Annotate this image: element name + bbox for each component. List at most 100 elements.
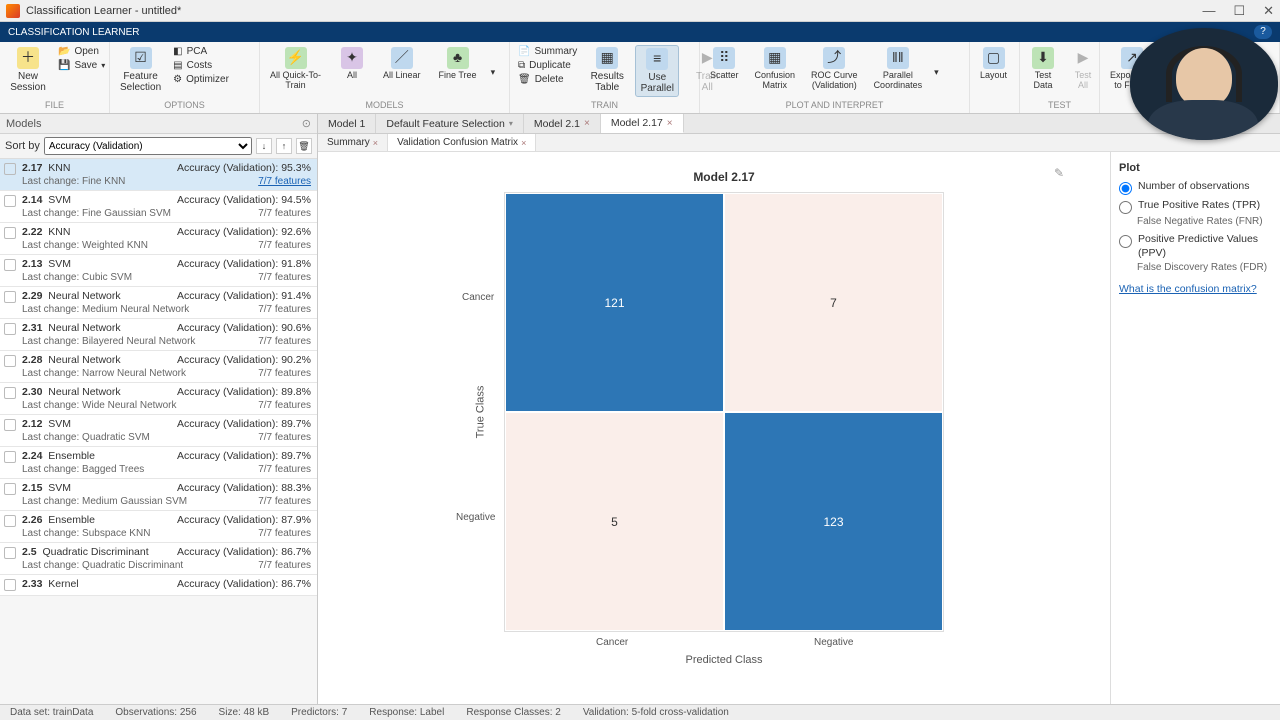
- plus-icon: ＋: [17, 47, 39, 69]
- tab-default-feature-selection[interactable]: Default Feature Selection▾: [376, 114, 524, 133]
- model-all-button[interactable]: ✦All: [335, 45, 369, 83]
- model-checkbox[interactable]: [4, 163, 16, 175]
- model-item[interactable]: 2.14 SVMAccuracy (Validation): 94.5% Las…: [0, 191, 317, 223]
- pca-icon: ◧: [173, 46, 182, 57]
- subtab-validation-confusion-matrix[interactable]: Validation Confusion Matrix×: [388, 134, 536, 151]
- feature-selection-button[interactable]: ☑Feature Selection: [116, 45, 165, 95]
- model-checkbox[interactable]: [4, 227, 16, 239]
- model-checkbox[interactable]: [4, 547, 16, 559]
- subtab-summary[interactable]: Summary×: [318, 134, 388, 151]
- tab-model-2-17[interactable]: Model 2.17×: [601, 114, 684, 133]
- minimize-button[interactable]: —: [1202, 3, 1215, 19]
- model-checkbox[interactable]: [4, 419, 16, 431]
- model-checkbox[interactable]: [4, 259, 16, 271]
- models-panel: Models⊙ Sort by Accuracy (Validation) ↓ …: [0, 114, 318, 704]
- status-response: Response: Label: [369, 707, 444, 718]
- status-bar: Data set: trainData Observations: 256 Si…: [0, 704, 1280, 720]
- sort-desc-button[interactable]: ↑: [276, 138, 292, 154]
- costs-button[interactable]: ▤Costs: [171, 59, 231, 72]
- model-item[interactable]: 2.13 SVMAccuracy (Validation): 91.8% Las…: [0, 255, 317, 287]
- model-item[interactable]: 2.28 Neural NetworkAccuracy (Validation)…: [0, 351, 317, 383]
- delete-model-button[interactable]: 🗑: [296, 138, 312, 154]
- models-list[interactable]: 2.17 KNNAccuracy (Validation): 95.3% Las…: [0, 159, 317, 704]
- opt-fdr-sub: False Discovery Rates (FDR): [1137, 262, 1272, 273]
- plot-options-header: Plot: [1119, 162, 1272, 174]
- layout-button[interactable]: ▢Layout: [976, 45, 1011, 83]
- tab-model-1[interactable]: Model 1: [318, 114, 376, 133]
- use-parallel-button[interactable]: ≡Use Parallel: [635, 45, 679, 97]
- linear-icon: ／: [391, 47, 413, 69]
- tab-model-2-1[interactable]: Model 2.1×: [524, 114, 601, 133]
- plot-options-panel: Plot Number of observations True Positiv…: [1110, 152, 1280, 704]
- status-predictors: Predictors: 7: [291, 707, 347, 718]
- parallel-coord-button[interactable]: ‖‖Parallel Coordinates: [870, 45, 927, 93]
- table-icon: ▦: [596, 47, 618, 69]
- open-button[interactable]: 📂Open: [56, 45, 107, 58]
- summary-button[interactable]: 📄Summary: [516, 45, 579, 58]
- model-checkbox[interactable]: [4, 579, 16, 591]
- opt-tpr-fnr[interactable]: True Positive Rates (TPR): [1119, 199, 1272, 214]
- model-item[interactable]: 2.33 KernelAccuracy (Validation): 86.7%: [0, 575, 317, 596]
- window-title: Classification Learner - untitled*: [26, 5, 181, 17]
- opt-number-observations[interactable]: Number of observations: [1119, 180, 1272, 195]
- panel-gear-icon[interactable]: ⊙: [302, 117, 311, 130]
- model-linear-button[interactable]: ／All Linear: [379, 45, 425, 83]
- model-item[interactable]: 2.24 EnsembleAccuracy (Validation): 89.7…: [0, 447, 317, 479]
- opt-ppv-fdr[interactable]: Positive Predictive Values (PPV): [1119, 233, 1272, 260]
- cm-cell-1-0: 5: [505, 412, 724, 631]
- duplicate-button[interactable]: ⧉Duplicate: [516, 59, 579, 72]
- delete-button[interactable]: 🗑Delete: [516, 73, 579, 86]
- roc-icon: ⤴: [823, 47, 845, 69]
- model-checkbox[interactable]: [4, 195, 16, 207]
- model-item[interactable]: 2.29 Neural NetworkAccuracy (Validation)…: [0, 287, 317, 319]
- model-item[interactable]: 2.15 SVMAccuracy (Validation): 88.3% Las…: [0, 479, 317, 511]
- checklist-icon: ☑: [130, 47, 152, 69]
- models-dropdown[interactable]: ▾: [491, 67, 496, 78]
- maximize-button[interactable]: ☐: [1233, 3, 1245, 19]
- model-item[interactable]: 2.12 SVMAccuracy (Validation): 89.7% Las…: [0, 415, 317, 447]
- save-button[interactable]: 💾Save▾: [56, 59, 107, 72]
- app-name: CLASSIFICATION LEARNER: [8, 27, 140, 38]
- new-session-button[interactable]: ＋New Session: [6, 45, 50, 95]
- help-link[interactable]: What is the confusion matrix?: [1119, 283, 1272, 295]
- model-checkbox[interactable]: [4, 355, 16, 367]
- chart-title: Model 2.17: [378, 170, 1070, 184]
- window-titlebar: Classification Learner - untitled* — ☐ ✕: [0, 0, 1280, 22]
- pca-button[interactable]: ◧PCA: [171, 45, 231, 58]
- model-tree-button[interactable]: ♣Fine Tree: [435, 45, 481, 83]
- opt-fnr-sub: False Negative Rates (FNR): [1137, 216, 1272, 227]
- train-all-button[interactable]: ▶Train All: [685, 45, 729, 95]
- chart-area: ✎ Model 2.17 True Class 121 7 5 123 Canc…: [318, 152, 1110, 704]
- status-observations: Observations: 256: [115, 707, 196, 718]
- model-checkbox[interactable]: [4, 451, 16, 463]
- gear-icon: ⚙: [173, 74, 182, 85]
- status-validation: Validation: 5-fold cross-validation: [583, 707, 729, 718]
- close-button[interactable]: ✕: [1263, 3, 1274, 19]
- results-table-button[interactable]: ▦Results Table: [585, 45, 629, 95]
- edit-chart-icon[interactable]: ✎: [1054, 166, 1064, 180]
- test-all-button[interactable]: ▶Test All: [1066, 45, 1100, 93]
- model-checkbox[interactable]: [4, 387, 16, 399]
- model-checkbox[interactable]: [4, 291, 16, 303]
- optimizer-button[interactable]: ⚙Optimizer: [171, 73, 231, 86]
- sort-asc-button[interactable]: ↓: [256, 138, 272, 154]
- model-checkbox[interactable]: [4, 323, 16, 335]
- model-item[interactable]: 2.31 Neural NetworkAccuracy (Validation)…: [0, 319, 317, 351]
- confusion-matrix-button[interactable]: ▦Confusion Matrix: [751, 45, 800, 93]
- copy-icon: ⧉: [518, 60, 525, 71]
- model-item[interactable]: 2.22 KNNAccuracy (Validation): 92.6% Las…: [0, 223, 317, 255]
- model-item[interactable]: 2.5 Quadratic DiscriminantAccuracy (Vali…: [0, 543, 317, 575]
- sortby-select[interactable]: Accuracy (Validation): [44, 137, 252, 155]
- test-data-button[interactable]: ⬇Test Data: [1026, 45, 1060, 93]
- status-classes: Response Classes: 2: [466, 707, 561, 718]
- cm-cell-1-1: 123: [724, 412, 943, 631]
- model-item[interactable]: 2.30 Neural NetworkAccuracy (Validation)…: [0, 383, 317, 415]
- help-icon[interactable]: ?: [1254, 25, 1272, 39]
- plot-dropdown[interactable]: ▾: [934, 67, 939, 78]
- model-checkbox[interactable]: [4, 515, 16, 527]
- model-item[interactable]: 2.26 EnsembleAccuracy (Validation): 87.9…: [0, 511, 317, 543]
- model-item[interactable]: 2.17 KNNAccuracy (Validation): 95.3% Las…: [0, 159, 317, 191]
- model-quick-button[interactable]: ⚡All Quick-To- Train: [266, 45, 325, 93]
- roc-button[interactable]: ⤴ROC Curve (Validation): [807, 45, 862, 93]
- model-checkbox[interactable]: [4, 483, 16, 495]
